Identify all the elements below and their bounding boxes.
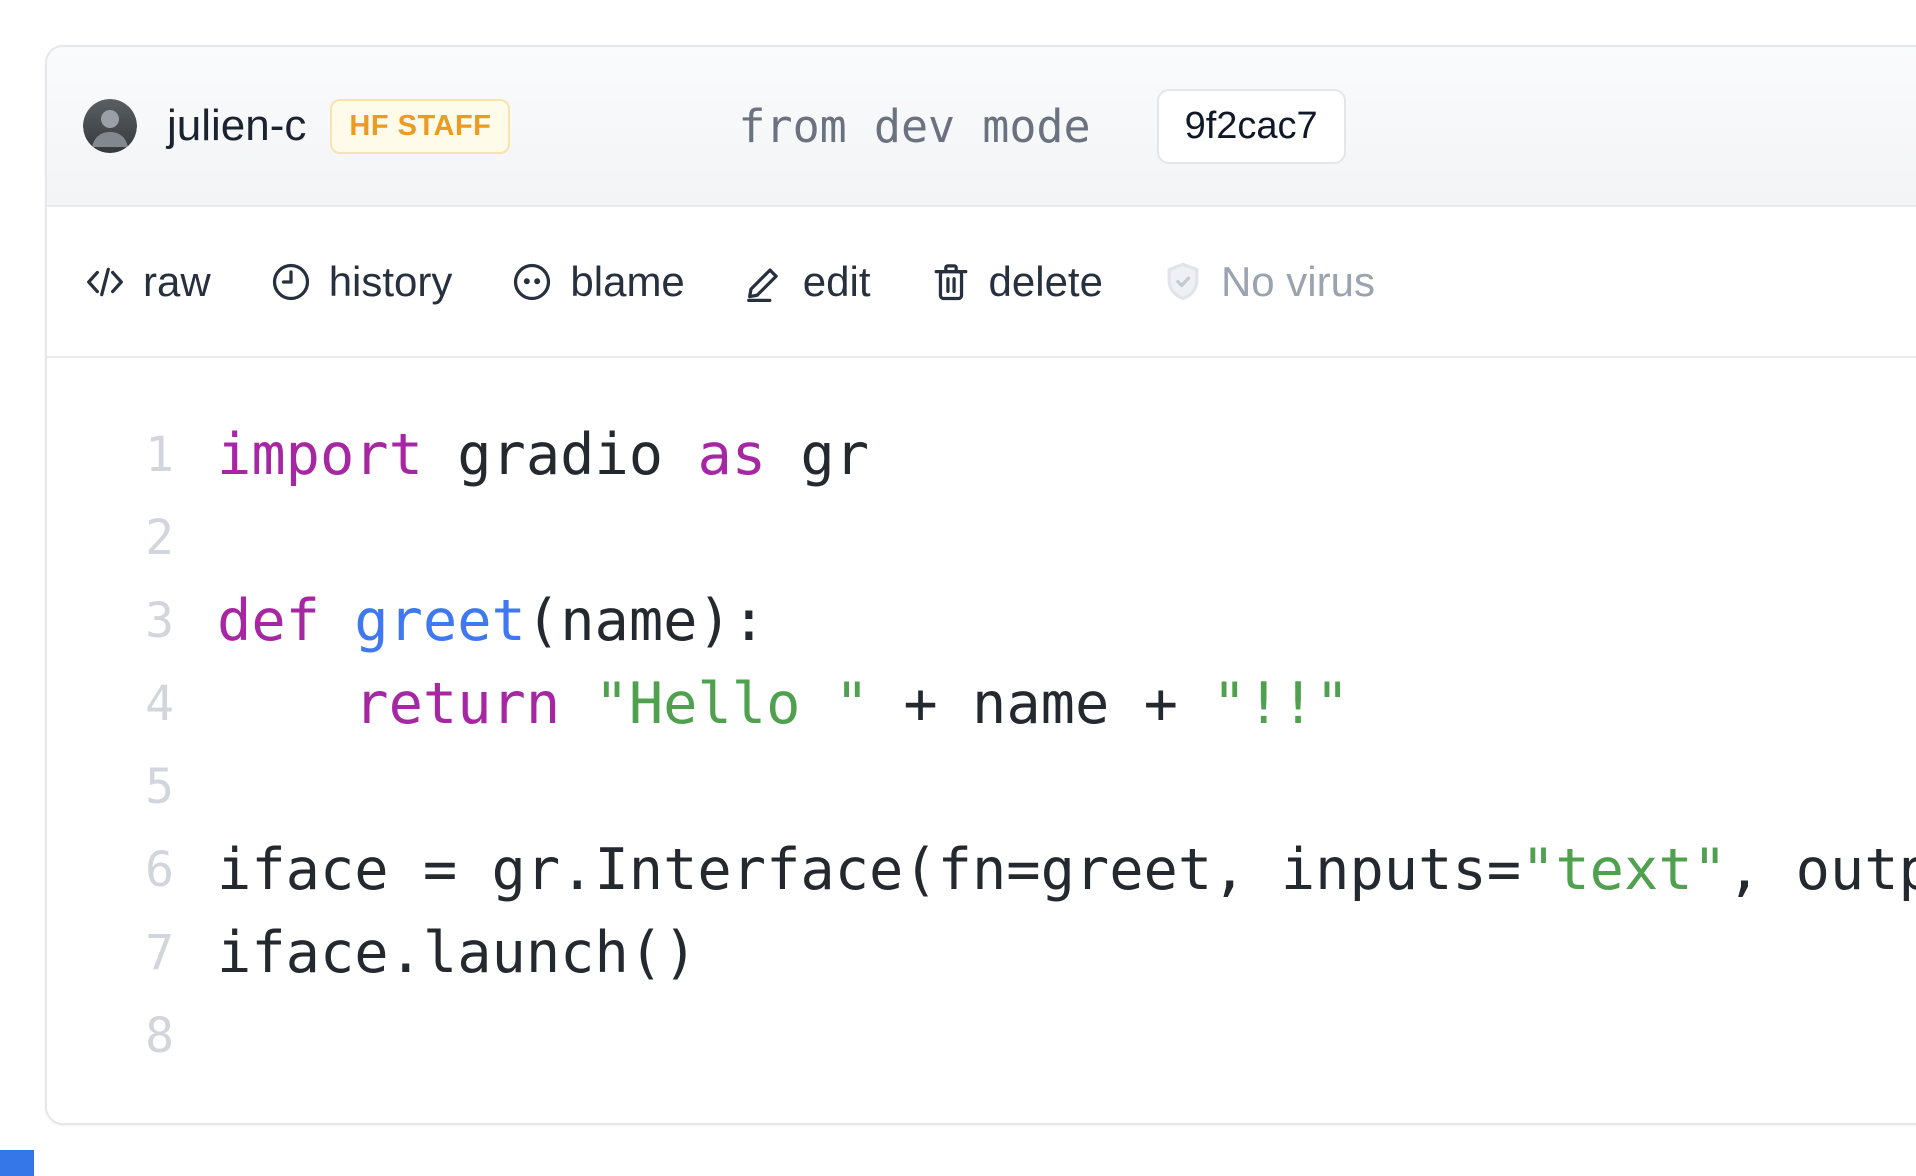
delete-label: delete: [989, 258, 1103, 306]
hf-staff-badge: HF STAFF: [330, 99, 510, 154]
code-text: def greet(name):: [217, 588, 766, 654]
code-line: 5: [47, 745, 1916, 828]
clock-icon: [268, 259, 314, 305]
line-number[interactable]: 3: [47, 593, 174, 649]
partial-element-bottom-left: [0, 1150, 34, 1176]
line-number[interactable]: 2: [47, 510, 174, 566]
raw-button[interactable]: raw: [82, 258, 211, 306]
code-text: iface = gr.Interface(fn=greet, inputs="t…: [217, 837, 1916, 903]
code-line: 4 return "Hello " + name + "!!": [47, 662, 1916, 745]
history-label: history: [329, 258, 453, 306]
edit-label: edit: [803, 258, 871, 306]
code-line: 2: [47, 496, 1916, 579]
avatar[interactable]: [83, 99, 137, 153]
raw-label: raw: [143, 258, 211, 306]
commit-header: julien-c HF STAFF from dev mode 9f2cac7: [47, 47, 1916, 207]
blame-face-icon: [509, 259, 555, 305]
code-text: import gradio as gr: [217, 422, 869, 488]
code-line: 6 iface = gr.Interface(fn=greet, inputs="…: [47, 828, 1916, 911]
virus-scan-status: No virus: [1160, 258, 1375, 306]
virus-scan-label: No virus: [1221, 258, 1375, 306]
code-text: return "Hello " + name + "!!": [217, 671, 1350, 737]
delete-button[interactable]: delete: [928, 258, 1103, 306]
blame-label: blame: [570, 258, 684, 306]
line-number[interactable]: 1: [47, 427, 174, 483]
code-line: 8: [47, 994, 1916, 1077]
blame-button[interactable]: blame: [509, 258, 684, 306]
code-lines: 1 import gradio as gr 2 3 def greet(name): 4 …: [47, 413, 1916, 1077]
pencil-icon: [742, 259, 788, 305]
trash-icon: [928, 259, 974, 305]
code-line: 3 def greet(name):: [47, 579, 1916, 662]
code-viewer: 1 import gradio as gr 2 3 def greet(name): 4 …: [47, 358, 1916, 1123]
commit-hash[interactable]: 9f2cac7: [1157, 89, 1346, 164]
avatar-image: [83, 99, 137, 153]
file-toolbar: raw history blame edit: [47, 207, 1916, 358]
line-number[interactable]: 5: [47, 759, 174, 815]
line-number[interactable]: 6: [47, 842, 174, 898]
code-line: 7 iface.launch(): [47, 911, 1916, 994]
line-number[interactable]: 4: [47, 676, 174, 732]
commit-message[interactable]: from dev mode: [738, 100, 1090, 153]
shield-check-icon: [1160, 259, 1206, 305]
code-line: 1 import gradio as gr: [47, 413, 1916, 496]
file-viewer-card: julien-c HF STAFF from dev mode 9f2cac7 …: [45, 45, 1916, 1125]
author-username[interactable]: julien-c: [167, 101, 306, 151]
line-number[interactable]: 8: [47, 1008, 174, 1064]
code-icon: [82, 259, 128, 305]
edit-button[interactable]: edit: [742, 258, 871, 306]
line-number[interactable]: 7: [47, 925, 174, 981]
code-text: iface.launch(): [217, 920, 697, 986]
history-button[interactable]: history: [268, 258, 453, 306]
